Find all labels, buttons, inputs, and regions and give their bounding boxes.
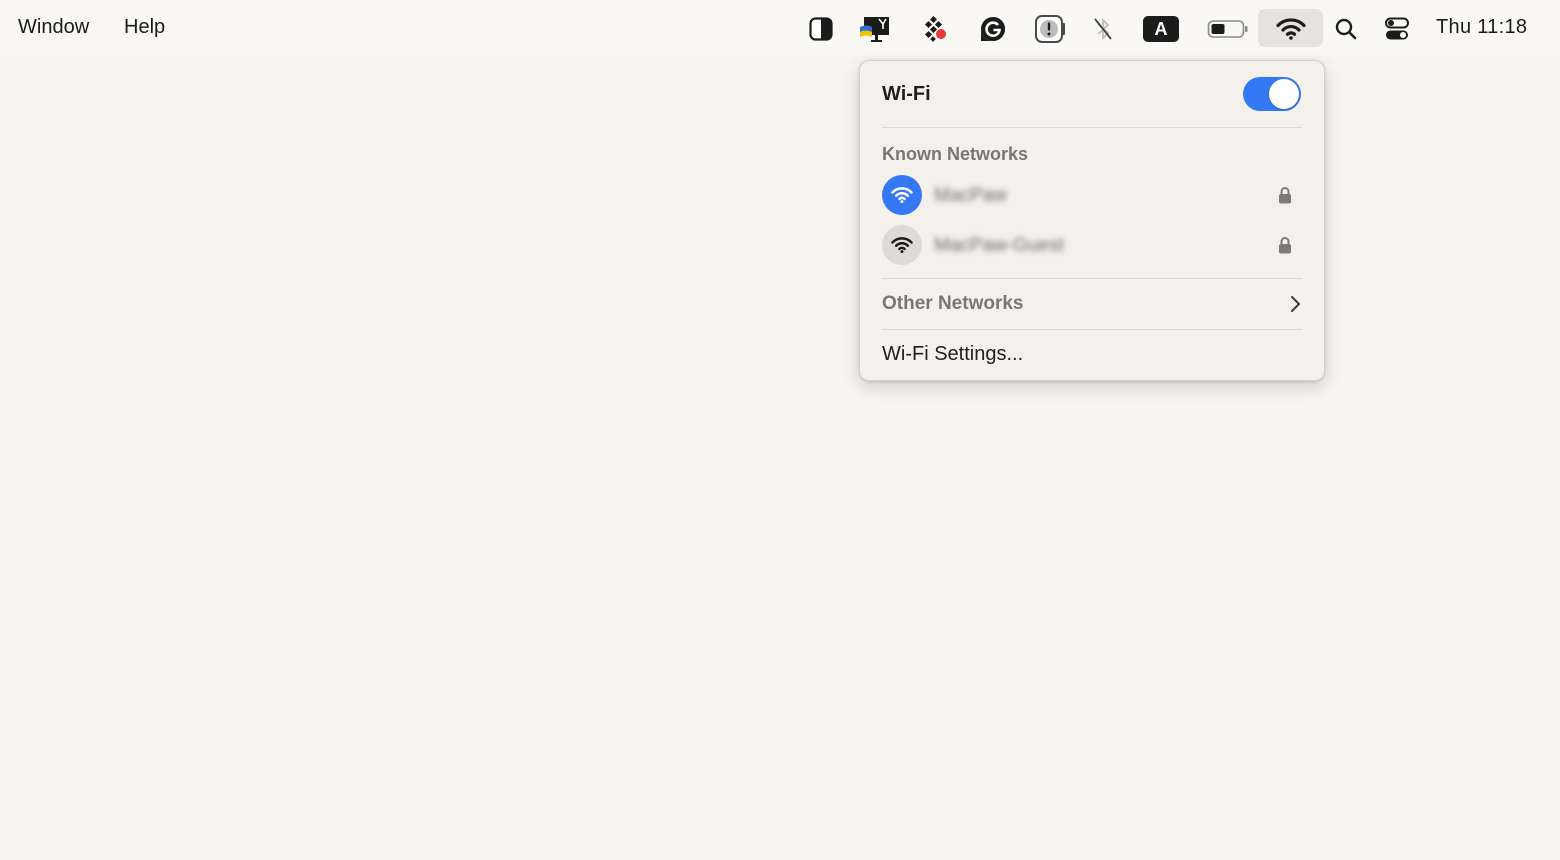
divider xyxy=(882,278,1302,279)
chevron-right-icon[interactable] xyxy=(1290,295,1302,318)
divider xyxy=(882,127,1302,128)
menu-help[interactable]: Help xyxy=(124,16,165,39)
wifi-toggle[interactable] xyxy=(1243,77,1301,111)
spotlight-search-icon[interactable] xyxy=(1334,12,1358,46)
divider xyxy=(882,329,1302,330)
lock-icon xyxy=(1278,236,1292,259)
wifi-toggle-knob xyxy=(1269,79,1299,109)
wifi-signal-icon xyxy=(882,175,922,215)
menu-bar-clock[interactable]: Thu 11:18 xyxy=(1436,16,1527,39)
network-item-connected[interactable]: MacPaw xyxy=(882,175,1302,217)
wifi-dropdown-panel: Wi-Fi Known Networks MacPaw MacPaw-Guest… xyxy=(859,60,1325,381)
grammarly-icon[interactable] xyxy=(979,12,1007,46)
network-name: MacPaw-Guest xyxy=(934,235,1064,256)
known-networks-label: Known Networks xyxy=(882,144,1029,164)
network-item[interactable]: MacPaw-Guest xyxy=(882,225,1302,267)
wifi-icon[interactable] xyxy=(1274,12,1308,46)
dots-grid-notification-icon[interactable] xyxy=(922,12,948,46)
lock-icon xyxy=(1278,186,1292,209)
bluetooth-off-icon[interactable] xyxy=(1092,12,1114,46)
menu-bar: Window Help A Thu 11:18 xyxy=(0,0,1560,56)
control-center-icon[interactable] xyxy=(1384,12,1410,46)
keyboard-input-a-icon[interactable]: A xyxy=(1143,12,1179,46)
wifi-signal-icon xyxy=(882,225,922,265)
other-networks-button[interactable]: Other Networks xyxy=(882,293,1023,315)
wifi-panel-title: Wi-Fi xyxy=(882,83,931,105)
wifi-settings-button[interactable]: Wi-Fi Settings... xyxy=(882,343,1023,366)
network-name: MacPaw xyxy=(934,185,1007,206)
alert-badge-icon[interactable] xyxy=(1034,12,1066,46)
menu-window[interactable]: Window xyxy=(18,16,89,39)
battery-icon[interactable] xyxy=(1207,12,1249,46)
input-source-label: A xyxy=(1143,16,1179,42)
contrast-icon[interactable] xyxy=(808,12,834,46)
monitor-ukraine-flag-icon[interactable] xyxy=(859,12,891,46)
